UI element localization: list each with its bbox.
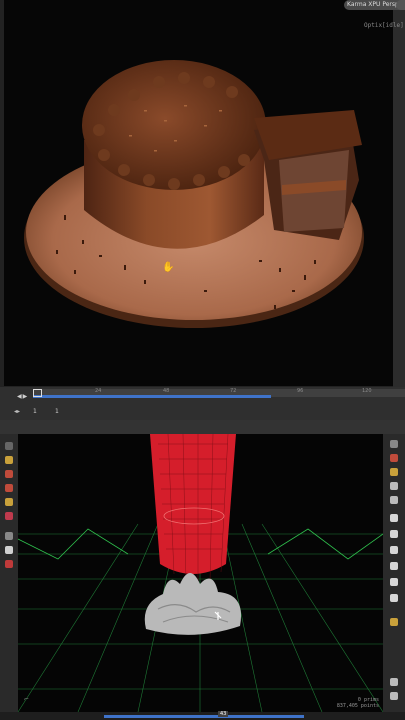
renderer-label: Karma XPU Persp — [347, 1, 399, 8]
lighting-icon[interactable] — [390, 468, 398, 476]
start-frame-field[interactable]: 1 — [33, 408, 37, 415]
right-toolbar — [383, 434, 405, 712]
render-side-strip — [393, 0, 405, 387]
timeline-tick: 24 — [95, 388, 102, 394]
snapshot-icon[interactable] — [390, 514, 398, 522]
scene-geometry — [18, 434, 383, 712]
hand-cursor-icon: ✋ — [162, 262, 175, 273]
camera-icon[interactable] — [390, 496, 398, 504]
points-count: 837,405 points — [336, 703, 379, 709]
timeline-progress — [33, 395, 272, 398]
visibility-icon[interactable] — [390, 594, 398, 602]
settings-icon[interactable] — [390, 692, 398, 700]
move-tool-icon[interactable] — [5, 456, 13, 464]
current-frame-badge: 43 — [218, 711, 229, 717]
pose-tool-icon[interactable] — [5, 532, 13, 540]
record-tool-icon[interactable] — [5, 560, 13, 568]
playback-controls-icon[interactable]: ◀▶ — [17, 393, 28, 400]
bottom-timeline-progress — [104, 715, 304, 718]
left-toolbar — [0, 434, 18, 712]
grid-toggle-icon[interactable] — [390, 482, 398, 490]
timeline-tick: 72 — [230, 388, 237, 394]
display-options-icon[interactable] — [390, 440, 398, 448]
timeline-tick: 48 — [163, 388, 170, 394]
timeline-tick: 96 — [297, 388, 304, 394]
light-bulb-icon[interactable] — [390, 618, 398, 626]
magnet-tool-icon[interactable] — [5, 512, 13, 520]
scene-viewport[interactable] — [18, 434, 383, 712]
end-frame-field[interactable]: 1 — [55, 408, 59, 415]
timeline-playhead[interactable] — [33, 389, 42, 397]
select-tool-icon[interactable] — [5, 442, 13, 450]
scale-tool-icon[interactable] — [5, 484, 13, 492]
frame-step-icon[interactable]: ◂▸ — [14, 408, 20, 415]
render-status-text: Optix[idle] — [364, 22, 404, 29]
ghost-icon[interactable] — [390, 530, 398, 538]
axis-gizmo-icon: ⌐ — [24, 696, 30, 703]
shading-mode-icon[interactable] — [390, 454, 398, 462]
viewport-header — [0, 420, 405, 434]
wireframe-icon[interactable] — [390, 578, 398, 586]
timeline-tick: 120 — [362, 388, 372, 394]
help-icon[interactable] — [390, 678, 398, 686]
points-icon[interactable] — [390, 546, 398, 554]
render-canvas[interactable] — [4, 0, 393, 386]
normals-icon[interactable] — [390, 562, 398, 570]
render-options-button[interactable] — [396, 0, 405, 10]
viewport-stats: 0 prims 837,405 points — [337, 697, 379, 709]
handle-tool-icon[interactable] — [5, 498, 13, 506]
cake-render-image — [24, 60, 364, 328]
view-tool-icon[interactable] — [5, 546, 13, 554]
rotate-tool-icon[interactable] — [5, 470, 13, 478]
